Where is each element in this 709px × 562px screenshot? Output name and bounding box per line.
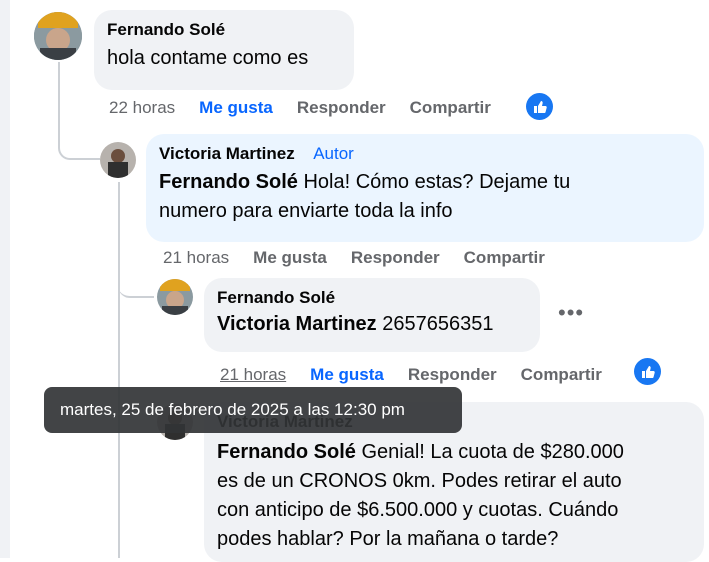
share-button[interactable]: Compartir [464,248,545,268]
mention-link[interactable]: Fernando Solé [159,171,298,193]
like-button[interactable]: Me gusta [253,248,327,268]
comment-text-line: es de un CRONOS 0km. Podes retirar el au… [217,470,622,492]
comment-text-line: con anticipo de $6.500.000 y cuotas. Cuá… [217,499,619,521]
share-button[interactable]: Compartir [410,98,491,118]
more-horizontal-icon[interactable]: ••• [558,300,584,326]
reply-button[interactable]: Responder [297,98,386,118]
timestamp-tooltip: martes, 25 de febrero de 2025 a las 12:3… [44,387,462,433]
comment-text: hola contame como es [107,47,309,69]
avatar[interactable] [100,142,136,178]
comment-author[interactable]: Fernando Solé [217,288,527,308]
reply-button[interactable]: Responder [408,365,497,385]
thread-connector [118,250,154,298]
thread-line [118,182,120,558]
comment-text: Fernando Solé Genial! La cuota de $280.0… [217,438,691,554]
comment-text: Fernando Solé Hola! Cómo estas? Dejame t… [159,168,691,226]
author-badge: Autor [313,144,354,163]
mention-link[interactable]: Victoria Martinez [217,313,377,335]
mention-link[interactable]: Fernando Solé [217,441,356,463]
comment-bubble: Victoria Martinez Autor Fernando Solé Ho… [146,134,704,242]
comment-text-line: podes hablar? Por la mañana o tarde? [217,528,559,550]
comment-actions: 21 horas Me gusta Responder Compartir [220,365,602,385]
comment-actions: 21 horas Me gusta Responder Compartir [163,248,545,268]
comment-timestamp[interactable]: 21 horas [220,365,286,385]
like-reaction-icon[interactable] [634,358,661,385]
comment-author[interactable]: Fernando Solé [107,20,341,40]
avatar[interactable] [157,279,193,315]
comment-actions: 22 horas Me gusta Responder Compartir [109,98,491,118]
comment-timestamp[interactable]: 21 horas [163,248,229,268]
reply-button[interactable]: Responder [351,248,440,268]
like-button[interactable]: Me gusta [310,365,384,385]
like-button[interactable]: Me gusta [199,98,273,118]
comment-bubble: Fernando Solé hola contame como es [94,10,354,90]
comment-text-line: Hola! Cómo estas? Dejame tu [297,171,571,193]
comment-author[interactable]: Victoria Martinez [159,144,295,163]
comment-text-line: numero para enviarte toda la info [159,200,453,222]
like-reaction-icon[interactable] [526,93,553,120]
comment-text-line: Genial! La cuota de $280.000 [355,441,624,463]
comment-text-line: 2657656351 [376,313,494,335]
avatar[interactable] [34,12,82,60]
comment-text: Victoria Martinez 2657656351 [217,310,527,339]
comment-header: Victoria Martinez Autor [159,144,691,164]
comment-bubble: Fernando Solé Victoria Martinez 26576563… [204,278,540,352]
left-edge-strip [0,0,10,558]
comment-timestamp[interactable]: 22 horas [109,98,175,118]
share-button[interactable]: Compartir [521,365,602,385]
